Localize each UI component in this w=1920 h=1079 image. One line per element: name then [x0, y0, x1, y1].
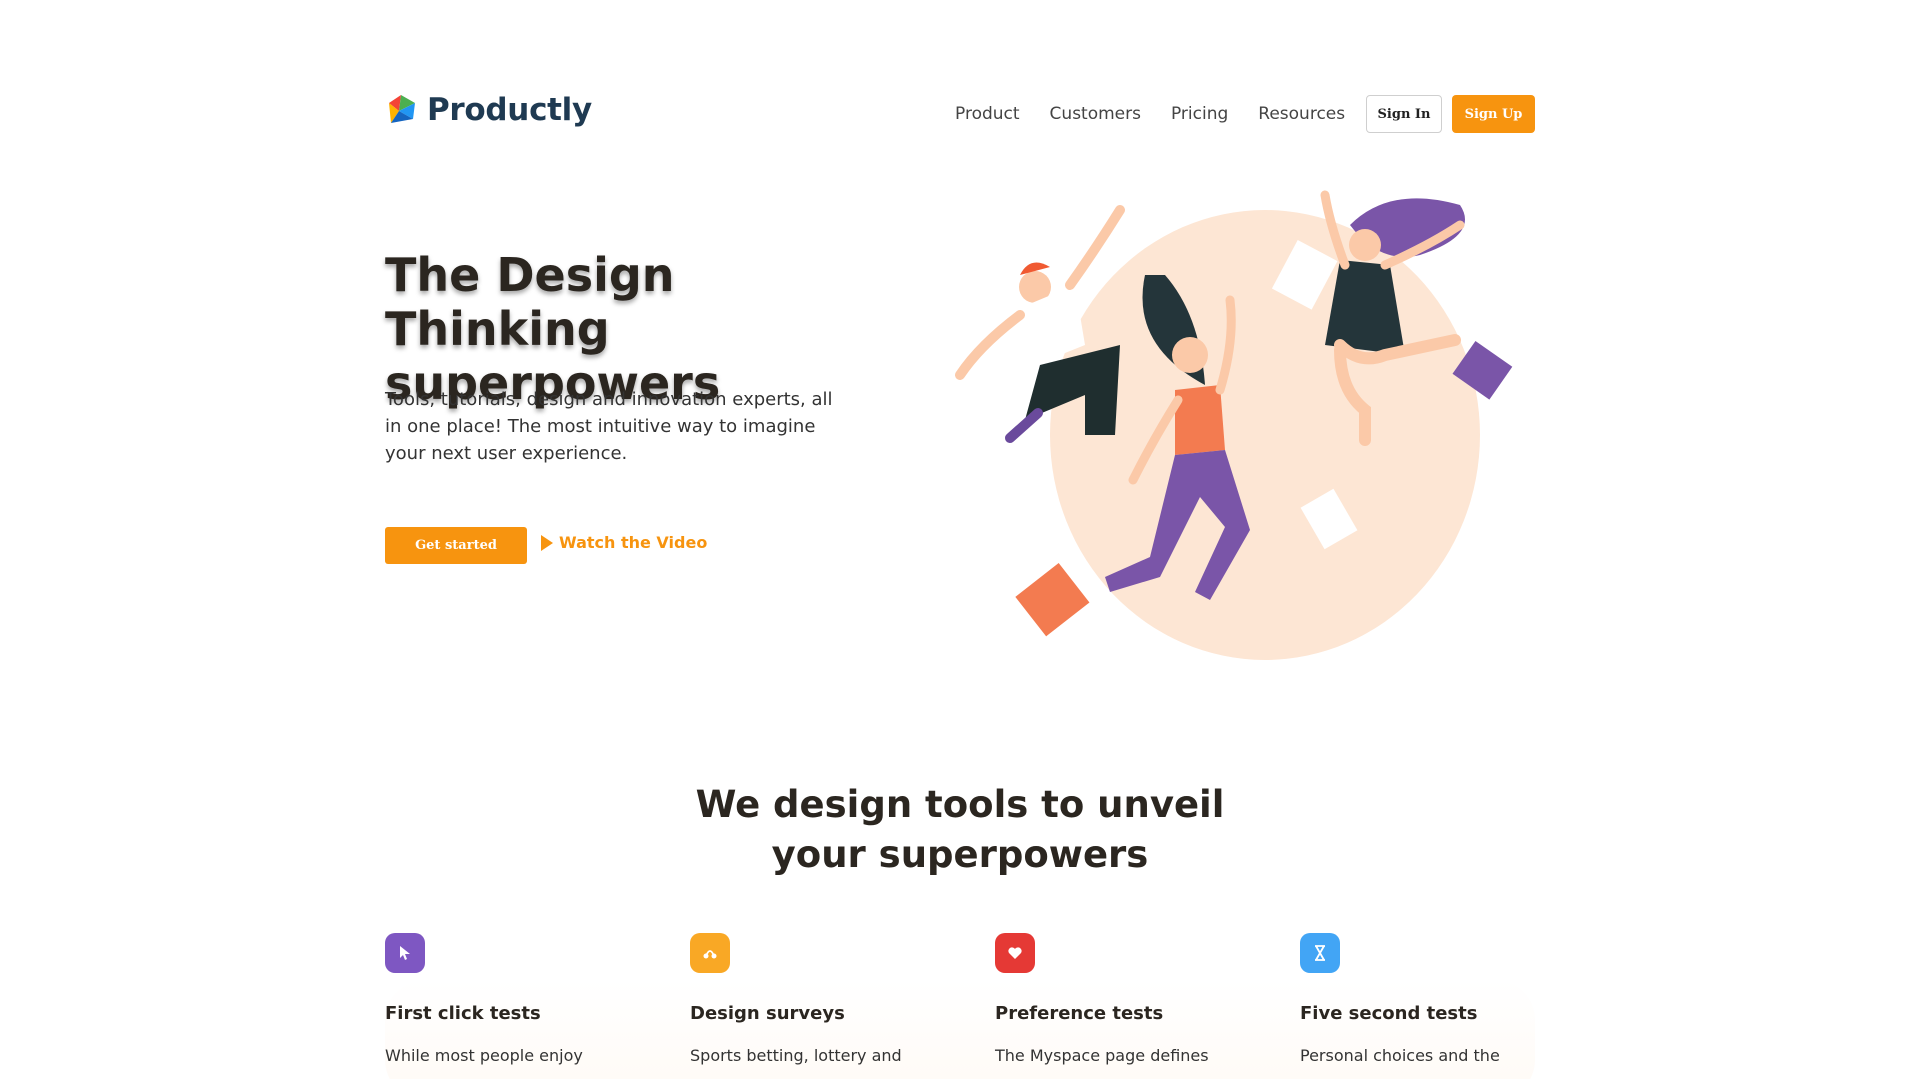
sign-in-button[interactable]: Sign In	[1366, 95, 1442, 133]
feature-card: Design surveys Sports betting, lottery a…	[690, 933, 950, 1065]
feature-title: Preference tests	[995, 1003, 1164, 1024]
section-title: We design tools to unveil your superpowe…	[695, 783, 1225, 876]
nav-item-pricing[interactable]: Pricing	[1171, 100, 1228, 128]
feature-card: Five second tests Personal choices and t…	[1300, 933, 1560, 1065]
cursor-icon	[385, 933, 425, 973]
get-started-button[interactable]: Get started	[385, 527, 527, 564]
survey-icon	[690, 933, 730, 973]
landing-page: Productly Product Customers Pricing Reso…	[0, 0, 1920, 1079]
sign-up-button[interactable]: Sign Up	[1452, 95, 1535, 133]
feature-card: Preference tests The Myspace page define…	[995, 933, 1255, 1065]
hero-illustration	[955, 190, 1513, 660]
watch-video-label: Watch the Video	[559, 533, 708, 552]
feature-title: First click tests	[385, 1003, 541, 1024]
play-icon	[541, 534, 553, 551]
watch-video-link[interactable]: Watch the Video	[541, 533, 707, 552]
book	[1015, 563, 1090, 637]
feature-title: Five second tests	[1300, 1003, 1478, 1024]
hourglass-icon	[1300, 933, 1340, 973]
feature-text: Personal choices and the	[1300, 1046, 1500, 1065]
nav-item-resources[interactable]: Resources	[1258, 100, 1345, 128]
feature-title: Design surveys	[690, 1003, 845, 1024]
main-nav: Product Customers Pricing Resources	[955, 100, 1375, 128]
heart-icon	[995, 933, 1035, 973]
nav-item-customers[interactable]: Customers	[1050, 100, 1141, 128]
feature-text: Sports betting, lottery and	[690, 1046, 902, 1065]
brand-name: Productly	[427, 92, 592, 128]
nav-item-product[interactable]: Product	[955, 100, 1020, 128]
brand-logo[interactable]: Productly	[385, 92, 592, 128]
feature-text: While most people enjoy	[385, 1046, 583, 1065]
hero-subtitle: Tools, tutorials, design and innovation …	[385, 389, 833, 464]
feature-card: First click tests While most people enjo…	[385, 933, 645, 1065]
logo-icon	[389, 95, 415, 123]
feature-text: The Myspace page defines	[995, 1046, 1209, 1065]
